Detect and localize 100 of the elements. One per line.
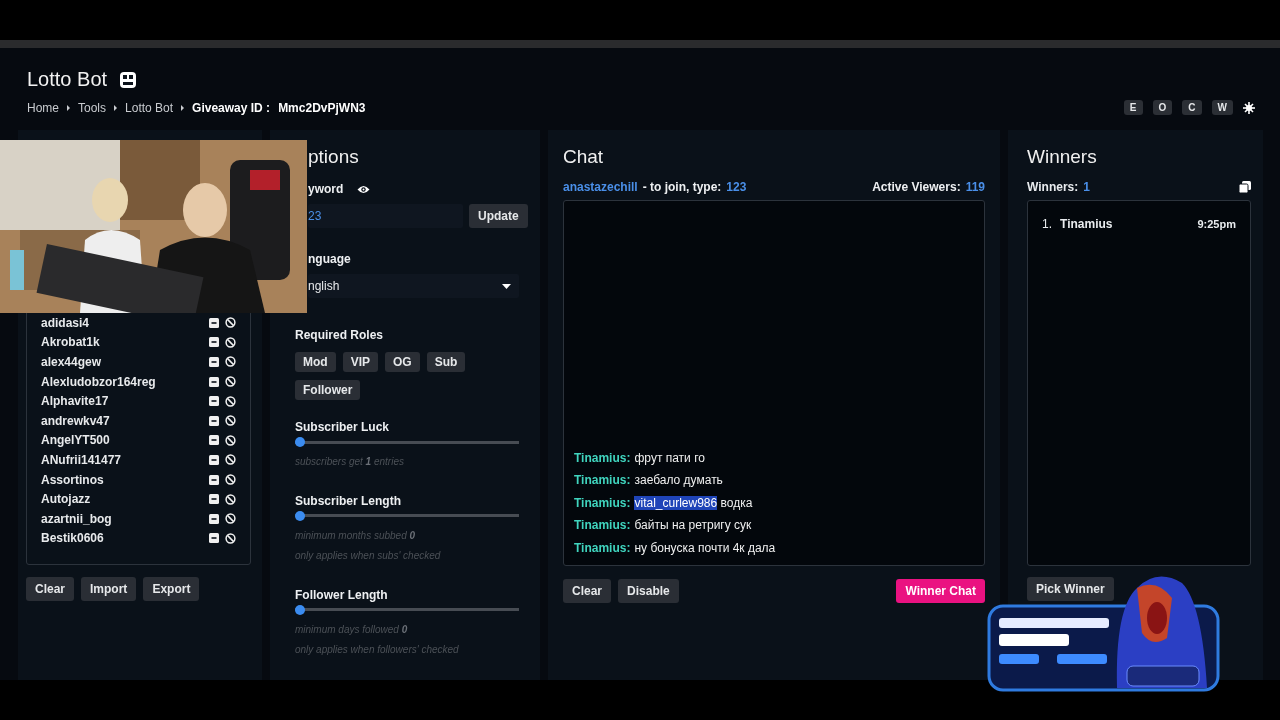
channel-link[interactable]: anastazechill	[563, 180, 638, 194]
winner-name: Tinamius	[1060, 217, 1114, 231]
minus-square-icon[interactable]	[209, 396, 219, 407]
slider-thumb[interactable]	[295, 605, 305, 615]
chat-message: ну бонуска почти 4к дала	[634, 540, 776, 555]
header-button[interactable]: W	[1211, 100, 1233, 115]
entrant-list-button[interactable]: Export	[143, 577, 200, 601]
giveaway-id: Mmc2DvPjWN3	[278, 101, 366, 115]
slider-hint: minimum days followed 0	[295, 624, 409, 636]
update-button[interactable]: Update	[469, 204, 528, 228]
winner-chat-button[interactable]: Winner Chat	[896, 579, 985, 603]
role-toggle[interactable]: VIP	[342, 352, 378, 372]
entrant-name: Alphavite17	[41, 394, 110, 409]
giveaway-label: Giveaway ID :	[192, 101, 271, 115]
breadcrumb-link[interactable]: Home	[27, 101, 59, 115]
chat-message: байты на ретригу сук	[634, 518, 752, 533]
role-toggle[interactable]: Mod	[295, 352, 336, 372]
chat-message: заебало думать	[634, 473, 723, 488]
header-button[interactable]: E	[1123, 100, 1143, 115]
pick-winner-button[interactable]: Pick Winner	[1027, 577, 1114, 601]
ban-icon[interactable]	[225, 493, 236, 505]
ban-icon[interactable]	[225, 356, 236, 368]
chat-button[interactable]: Clear	[563, 579, 612, 603]
header-button[interactable]: C	[1182, 100, 1202, 115]
slider-thumb[interactable]	[295, 511, 305, 521]
ban-icon[interactable]	[225, 532, 236, 544]
ban-icon[interactable]	[225, 336, 236, 348]
entrant-name: andrewkv47	[41, 413, 111, 428]
role-toggle[interactable]: Follower	[295, 380, 361, 400]
entrant-name: Akrobat1k	[41, 335, 101, 350]
ban-icon[interactable]	[225, 415, 236, 427]
slider-hint: minimum months subbed 0	[295, 530, 417, 542]
minus-square-icon[interactable]	[209, 533, 219, 544]
language-select[interactable]: nglish	[308, 274, 519, 298]
section-title: Winners	[1027, 145, 1098, 169]
entrant-name: AngelYT500	[41, 433, 111, 448]
minus-square-icon[interactable]	[209, 513, 219, 524]
field-label: nguage	[308, 252, 352, 266]
minus-square-icon[interactable]	[209, 357, 219, 367]
role-toggle[interactable]: OG	[385, 352, 420, 372]
minus-square-icon[interactable]	[209, 454, 219, 465]
ban-icon[interactable]	[225, 376, 236, 388]
minus-square-icon[interactable]	[209, 337, 219, 348]
chat-username: Tinamius:	[574, 473, 631, 488]
join-keyword: 123	[726, 180, 747, 194]
slider-label: Subscriber Length	[295, 494, 402, 508]
slider-label: Subscriber Luck	[295, 420, 391, 434]
section-title: Chat	[563, 145, 605, 169]
slider-hint: only applies when followers' checked	[295, 644, 460, 656]
entrant-name: azartnii_bog	[41, 511, 113, 526]
chat-message: vital_curlew986 водка	[634, 495, 753, 510]
entrant-list-button[interactable]: Import	[81, 577, 137, 601]
entrant-name: Assortinos	[41, 472, 105, 487]
ban-icon[interactable]	[225, 513, 236, 525]
winner-time: 9:25pm	[1197, 218, 1236, 230]
section-title: ptions	[308, 145, 360, 169]
chat-button[interactable]: Disable	[618, 579, 679, 603]
ban-icon[interactable]	[225, 434, 236, 446]
ban-icon[interactable]	[225, 317, 236, 329]
ban-icon[interactable]	[225, 454, 236, 466]
chat-message: фрут пати го	[634, 450, 705, 465]
ban-icon[interactable]	[225, 395, 236, 407]
caret-icon	[502, 283, 511, 289]
eye-icon[interactable]	[357, 184, 371, 194]
entrant-name: Autojazz	[41, 492, 92, 507]
field-label: yword	[308, 182, 344, 196]
breadcrumb-link[interactable]: Lotto Bot	[125, 101, 174, 115]
field-label: Required Roles	[295, 328, 385, 342]
breadcrumb-link[interactable]: Tools	[78, 101, 107, 115]
copy-icon[interactable]	[1239, 181, 1251, 193]
ban-icon[interactable]	[225, 474, 236, 486]
header-button[interactable]: O	[1152, 100, 1173, 115]
minus-square-icon[interactable]	[209, 435, 219, 446]
entrant-name: Alexludobzor164reg	[41, 374, 157, 389]
chat-username: Tinamius:	[574, 518, 631, 533]
entrant-name: adidasi4	[41, 315, 91, 330]
viewers-label: Active Viewers:	[872, 180, 961, 194]
entrant-name: Bestik0606	[41, 531, 105, 546]
robot-icon	[119, 70, 138, 89]
minus-square-icon[interactable]	[209, 415, 219, 426]
slider-hint: subscribers get 1 entries	[295, 456, 405, 468]
slider-hint: only applies when subs' checked	[295, 550, 442, 562]
slider-thumb[interactable]	[295, 437, 305, 447]
minus-square-icon[interactable]	[209, 317, 219, 328]
chat-username: Tinamius:	[574, 540, 631, 555]
join-instruction: - to join, type:	[642, 180, 722, 194]
sun-icon[interactable]	[1243, 101, 1255, 114]
chat-username: Tinamius:	[574, 450, 631, 465]
winners-label: Winners:	[1027, 180, 1079, 194]
page-title: Lotto Bot	[27, 68, 108, 91]
winner-count: 1	[1083, 180, 1090, 194]
slider-label: Follower Length	[295, 588, 389, 602]
minus-square-icon[interactable]	[209, 376, 219, 387]
entrant-list-button[interactable]: Clear	[26, 577, 75, 601]
minus-square-icon[interactable]	[209, 494, 219, 505]
keyword-field[interactable]: 23	[308, 204, 463, 228]
winner-rank: 1.	[1042, 217, 1052, 231]
role-toggle[interactable]: Sub	[426, 352, 466, 372]
chat-username: Tinamius:	[574, 495, 631, 510]
minus-square-icon[interactable]	[209, 474, 219, 485]
